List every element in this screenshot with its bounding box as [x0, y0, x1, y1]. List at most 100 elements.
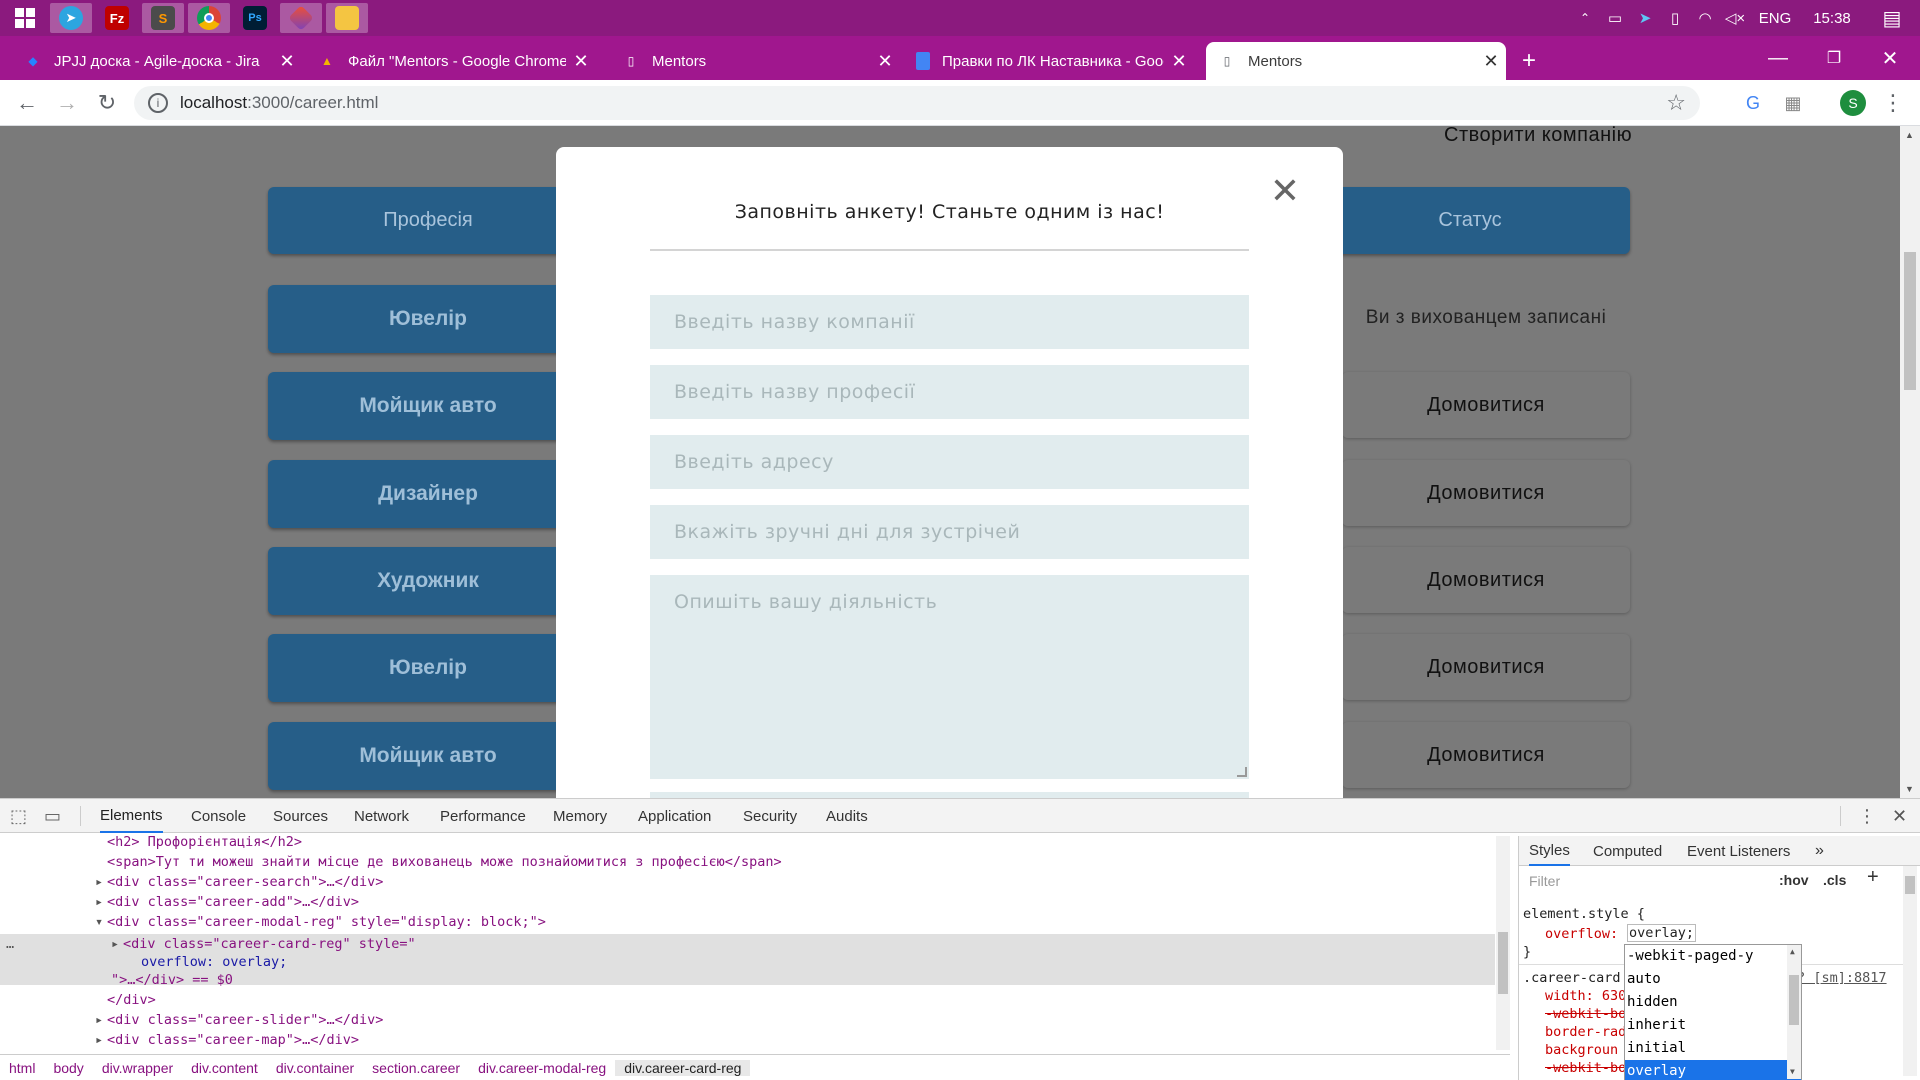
activity-description-textarea[interactable]: Опишіть вашу діяльність	[650, 575, 1249, 779]
expand-triangle-icon[interactable]: ▸	[95, 1030, 103, 1050]
back-arrow-icon[interactable]: ←	[12, 88, 42, 118]
profession-button[interactable]: Художник	[268, 547, 588, 615]
breadcrumb-item[interactable]: body	[44, 1060, 92, 1076]
tab-network[interactable]: Network	[354, 799, 409, 833]
tray-expand-icon[interactable]: ⌃	[1570, 11, 1600, 25]
profession-button[interactable]: Ювелір	[268, 634, 588, 702]
expand-triangle-icon[interactable]: ▸	[95, 1010, 103, 1030]
styles-filter-input[interactable]: Filter	[1525, 870, 1769, 892]
notifications-icon[interactable]: ▤	[1864, 6, 1920, 31]
extension-icon[interactable]: ▦	[1778, 88, 1808, 118]
info-icon[interactable]: i	[148, 93, 168, 113]
minimize-window-icon[interactable]: —	[1750, 36, 1806, 80]
tab-styles[interactable]: Styles	[1529, 836, 1570, 866]
dom-line[interactable]: <div class="career-modal-reg" style="dis…	[107, 912, 546, 932]
taskbar-sublime[interactable]: S	[142, 3, 184, 33]
windows-start-button[interactable]	[4, 3, 46, 33]
rule-property[interactable]: width: 630	[1545, 986, 1626, 1006]
rule-property[interactable]: -webkit-bo	[1545, 1058, 1626, 1078]
telegram-tray-icon[interactable]: ➤	[1630, 9, 1660, 27]
rule-property[interactable]: -webkit-bo	[1545, 1004, 1626, 1024]
usb-icon[interactable]: ▯	[1660, 9, 1690, 27]
profession-button[interactable]: Мойщик авто	[268, 372, 588, 440]
tab-performance[interactable]: Performance	[440, 799, 526, 833]
tab-mentors-active[interactable]: ▯ Mentors ✕	[1206, 42, 1506, 80]
rule-property[interactable]: border-rad	[1545, 1022, 1626, 1042]
bookmark-star-icon[interactable]: ☆	[1666, 90, 1686, 116]
tab-mentors-1[interactable]: ▯ Mentors ✕	[610, 42, 900, 80]
page-scrollbar[interactable]: ▲ ▼	[1900, 126, 1920, 798]
class-toggle[interactable]: .cls	[1823, 872, 1846, 888]
close-modal-icon[interactable]: ✕	[1265, 170, 1305, 211]
company-name-input[interactable]: Введіть назву компанії	[650, 295, 1249, 349]
breadcrumb-item[interactable]: section.career	[363, 1060, 469, 1076]
dom-line-style[interactable]: overflow: overlay;	[141, 952, 287, 972]
restore-window-icon[interactable]: ❐	[1806, 36, 1862, 80]
tab-event-listeners[interactable]: Event Listeners	[1687, 836, 1790, 866]
arrange-button[interactable]: Домовитися	[1342, 547, 1630, 613]
collapse-triangle-icon[interactable]: ▾	[95, 912, 103, 932]
arrange-button[interactable]: Домовитися	[1342, 634, 1630, 700]
tab-audits[interactable]: Audits	[826, 799, 868, 833]
profession-button[interactable]: Ювелір	[268, 285, 588, 353]
forward-arrow-icon[interactable]: →	[52, 88, 82, 118]
autocomplete-option-selected[interactable]: overlay	[1625, 1060, 1801, 1080]
profile-avatar[interactable]: S	[1838, 88, 1868, 118]
taskbar-photoshop[interactable]: Ps	[234, 3, 276, 33]
close-window-icon[interactable]: ✕	[1862, 36, 1918, 80]
expand-triangle-icon[interactable]: ▸	[95, 872, 103, 892]
expand-triangle-icon[interactable]: ▸	[111, 934, 119, 954]
styles-scrollbar[interactable]	[1903, 866, 1917, 1076]
dom-line[interactable]: <span>Тут ти можеш знайти місце де вихов…	[107, 852, 782, 872]
breadcrumb-item-active[interactable]: div.career-card-reg	[615, 1059, 751, 1076]
language-indicator[interactable]: ENG	[1750, 10, 1800, 27]
close-tab-icon[interactable]: ✕	[566, 51, 596, 72]
autocomplete-option[interactable]: hidden	[1625, 991, 1801, 1014]
hover-state-toggle[interactable]: :hov	[1779, 872, 1809, 888]
create-company-link[interactable]: Створити компанію	[1444, 126, 1632, 147]
taskbar-git-app[interactable]	[280, 3, 322, 33]
rule-source-link[interactable]: s? [sm]:8817	[1789, 968, 1887, 988]
arrange-button[interactable]: Домовитися	[1342, 372, 1630, 438]
dom-line[interactable]: <div class="career-slider">…</div>	[107, 1010, 383, 1030]
elements-scrollbar[interactable]	[1496, 836, 1510, 1050]
tab-application[interactable]: Application	[638, 799, 711, 833]
dom-line[interactable]: </div>	[107, 990, 156, 1010]
taskbar-chrome[interactable]	[188, 3, 230, 33]
autocomplete-option[interactable]: auto	[1625, 968, 1801, 991]
close-tab-icon[interactable]: ✕	[272, 51, 302, 72]
address-input[interactable]: Введіть адресу	[650, 435, 1249, 489]
taskbar-telegram[interactable]: ➤	[50, 3, 92, 33]
meeting-days-input[interactable]: Вкажіть зручні дні для зустрічей	[650, 505, 1249, 559]
dom-line[interactable]: <div class="career-search">…</div>	[107, 872, 383, 892]
reload-icon[interactable]: ↻	[92, 88, 122, 118]
profession-button[interactable]: Мойщик авто	[268, 722, 588, 790]
style-property-name[interactable]: overflow:	[1545, 924, 1618, 944]
breadcrumb-item[interactable]: html	[0, 1060, 44, 1076]
tab-google-docs[interactable]: Правки по ЛК Наставника - Google ✕	[904, 42, 1194, 80]
breadcrumb-item[interactable]: div.container	[267, 1060, 363, 1076]
dom-line-selected-end[interactable]: ">…</div> == $0	[111, 970, 233, 990]
dom-line[interactable]: <div class="career-add">…</div>	[107, 892, 359, 912]
profession-name-input[interactable]: Введіть назву професії	[650, 365, 1249, 419]
dom-line-selected[interactable]: <div class="career-card-reg" style="	[123, 934, 416, 954]
tab-security[interactable]: Security	[743, 799, 797, 833]
tab-memory[interactable]: Memory	[553, 799, 607, 833]
autocomplete-option[interactable]: inherit	[1625, 1014, 1801, 1037]
clock[interactable]: 15:38	[1800, 10, 1864, 27]
style-property-value-editor[interactable]: overlay;	[1627, 924, 1697, 942]
devtools-menu-icon[interactable]: ⋮	[1858, 799, 1876, 833]
breadcrumb-item[interactable]: div.wrapper	[93, 1060, 182, 1076]
more-tabs-icon[interactable]: »	[1815, 836, 1824, 866]
tab-console[interactable]: Console	[191, 799, 246, 833]
node-actions-icon[interactable]: …	[6, 934, 14, 954]
battery-icon[interactable]: ▭	[1600, 9, 1630, 27]
resize-handle-icon[interactable]	[1237, 767, 1247, 777]
tab-sources[interactable]: Sources	[273, 799, 328, 833]
address-bar[interactable]: i localhost:3000/career.html ☆	[134, 86, 1700, 120]
tab-computed[interactable]: Computed	[1593, 836, 1662, 866]
close-tab-icon[interactable]: ✕	[1164, 51, 1194, 72]
taskbar-file-explorer[interactable]	[326, 3, 368, 33]
device-toolbar-icon[interactable]: ▭	[44, 799, 61, 833]
close-tab-icon[interactable]: ✕	[1476, 51, 1506, 72]
